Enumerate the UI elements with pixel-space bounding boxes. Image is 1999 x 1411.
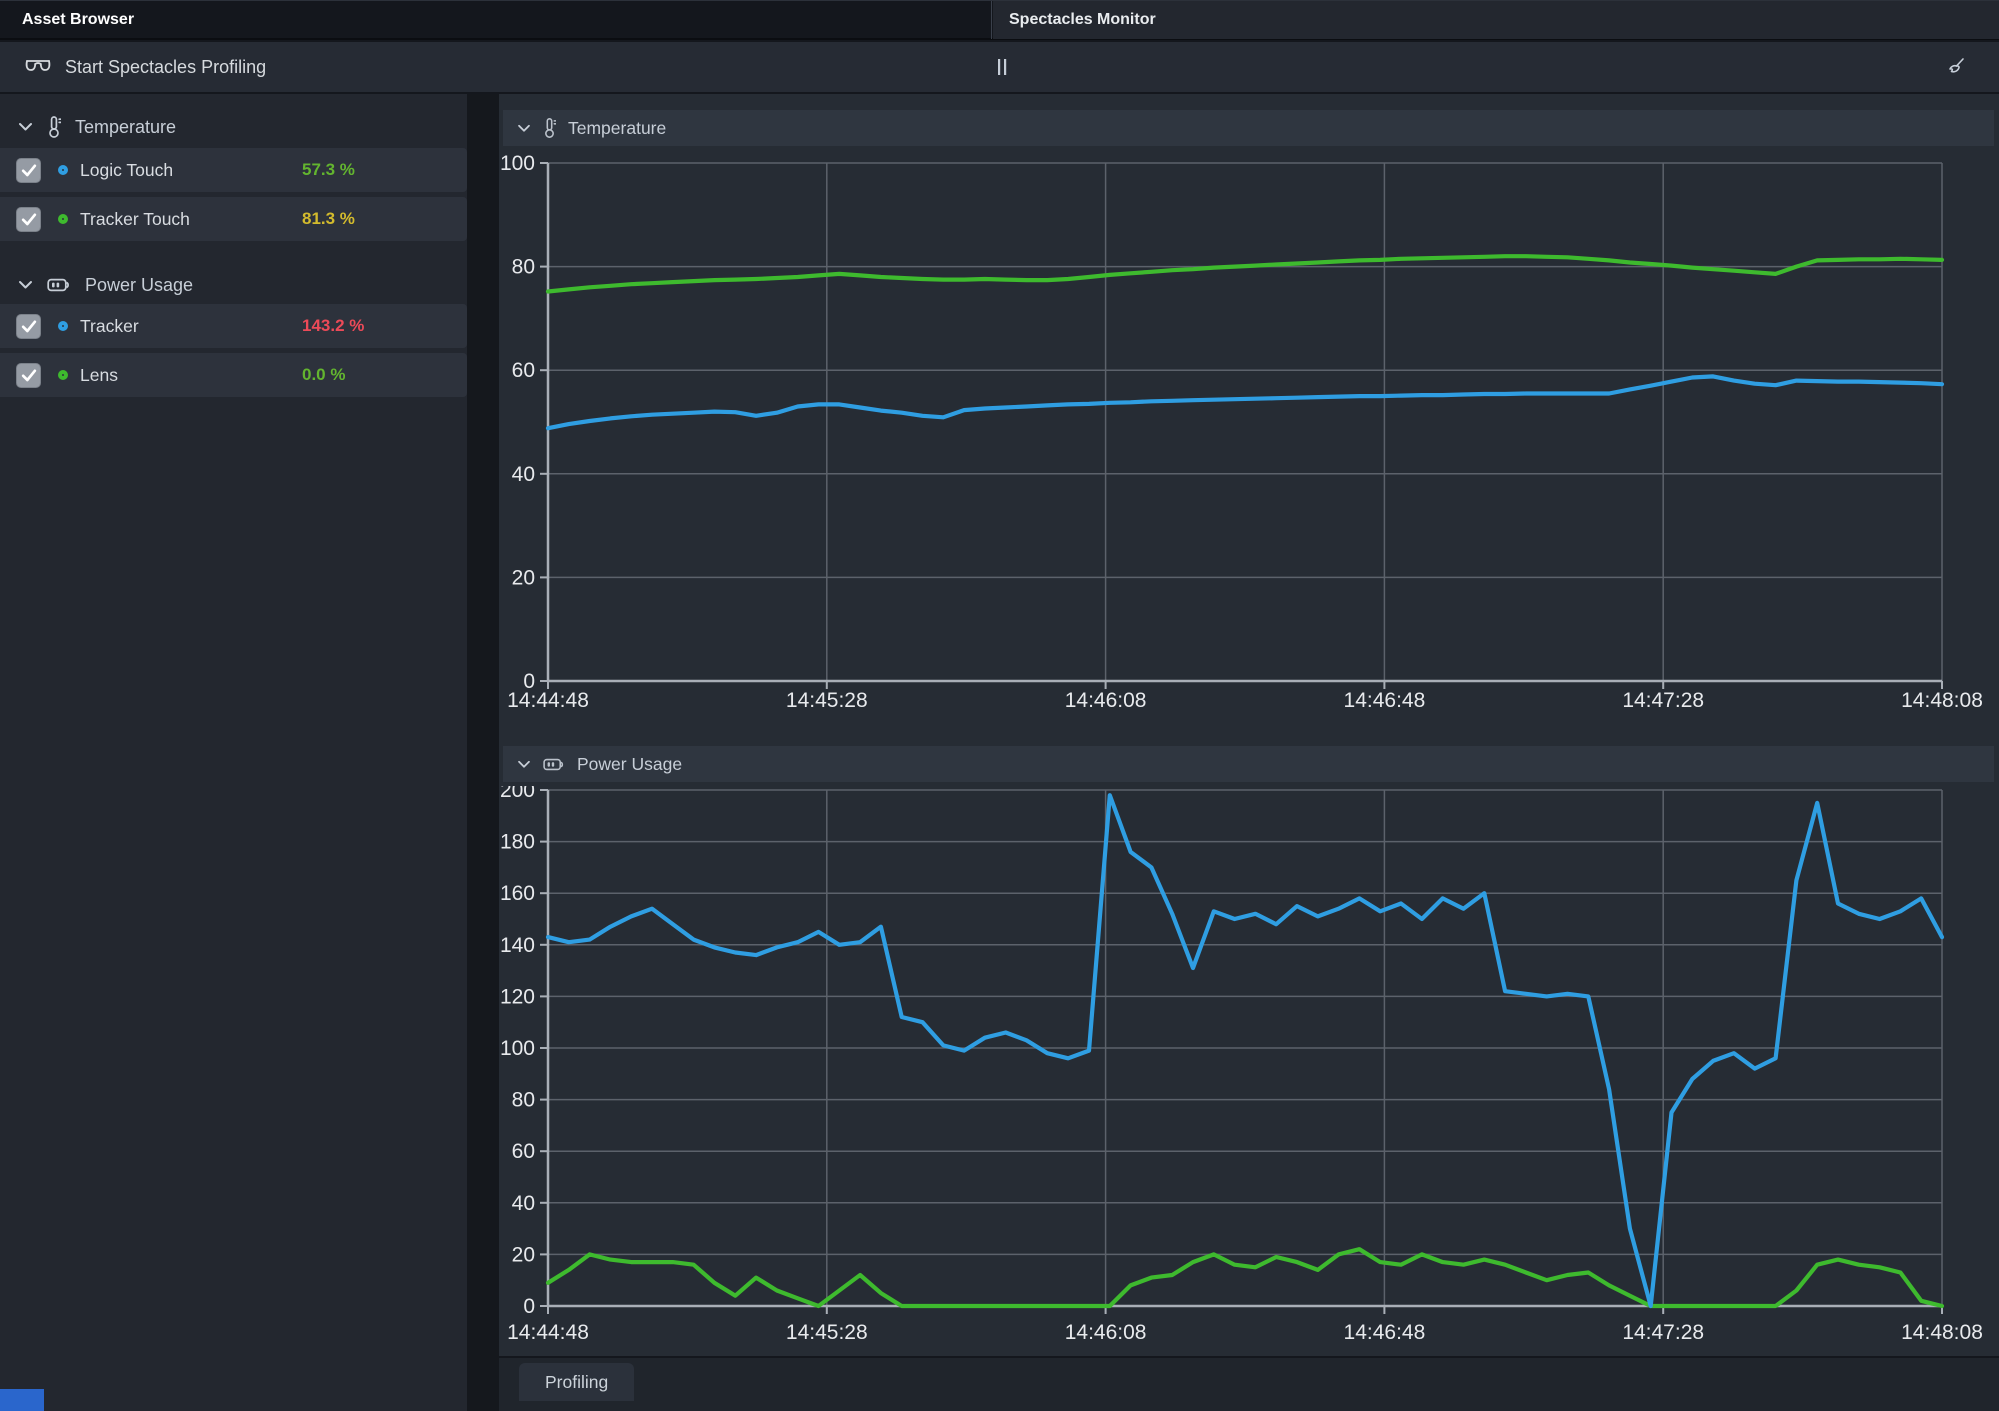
tab-spectacles-monitor-label: Spectacles Monitor: [1009, 11, 1156, 29]
sidebar-row-lens[interactable]: Lens 0.0 %: [0, 353, 467, 397]
logic-touch-value: 57.3 %: [302, 160, 355, 180]
y-tick-label: 80: [512, 256, 535, 279]
y-tick-label: 100: [500, 1037, 535, 1060]
pause-icon: [996, 58, 1008, 76]
logic-touch-label: Logic Touch: [80, 160, 173, 181]
clear-graphs-button[interactable]: [1939, 42, 1973, 92]
chevron-down-icon[interactable]: [517, 124, 531, 133]
metrics-sidebar: Temperature Logic Touch 57.3 % Tracker T…: [0, 94, 467, 1411]
tab-asset-browser[interactable]: Asset Browser: [0, 1, 992, 39]
tracker-touch-label: Tracker Touch: [80, 209, 190, 230]
x-tick-label: 14:48:08: [1901, 1321, 1983, 1344]
y-tick-label: 0: [523, 670, 535, 693]
monitor-charts-panel: Temperature 14:44:4814:45:2814:46:0814:4…: [499, 94, 1999, 1356]
battery-icon: [47, 277, 71, 293]
y-tick-label: 100: [500, 152, 535, 175]
clean-broom-icon: [1945, 56, 1967, 78]
tracker-label: Tracker: [80, 316, 139, 337]
thermometer-icon: [543, 117, 556, 139]
logic-touch-checkbox[interactable]: [16, 158, 41, 183]
x-tick-label: 14:44:48: [507, 1321, 589, 1344]
tab-profiling-label: Profiling: [545, 1372, 608, 1393]
sidebar-row-logic-touch[interactable]: Logic Touch 57.3 %: [0, 148, 467, 192]
sidebar-row-tracker-touch[interactable]: Tracker Touch 81.3 %: [0, 197, 467, 241]
y-tick-label: 60: [512, 359, 535, 382]
panel-splitter[interactable]: [467, 94, 499, 1411]
tracker-checkbox[interactable]: [16, 314, 41, 339]
start-spectacles-profiling-button[interactable]: Start Spectacles Profiling: [24, 42, 266, 92]
lens-series-dot: [58, 370, 68, 380]
power-usage-chart-title: Power Usage: [577, 754, 682, 775]
top-tab-bar: Asset Browser Spectacles Monitor: [0, 0, 1999, 40]
spectacles-icon: [24, 56, 52, 78]
tracker-touch-checkbox[interactable]: [16, 207, 41, 232]
sidebar-section-power-usage-label: Power Usage: [85, 275, 193, 296]
tracker-touch-value: 81.3 %: [302, 209, 355, 229]
tracker-value: 143.2 %: [302, 316, 364, 336]
x-tick-label: 14:46:48: [1344, 689, 1426, 712]
chevron-down-icon[interactable]: [18, 122, 33, 132]
thermometer-icon: [47, 115, 61, 139]
bottom-tab-strip: Profiling: [499, 1356, 1999, 1411]
sidebar-section-temperature-label: Temperature: [75, 117, 176, 138]
y-tick-label: 160: [500, 882, 535, 905]
pause-button[interactable]: [988, 42, 1016, 92]
sidebar-row-tracker[interactable]: Tracker 143.2 %: [0, 304, 467, 348]
y-tick-label: 0: [523, 1295, 535, 1318]
y-tick-label: 40: [512, 1192, 535, 1215]
chevron-down-icon[interactable]: [18, 280, 33, 290]
battery-icon: [543, 757, 565, 772]
y-tick-label: 120: [500, 985, 535, 1008]
temperature-chart-header[interactable]: Temperature: [503, 110, 1994, 146]
tab-spectacles-monitor[interactable]: Spectacles Monitor: [993, 1, 1999, 39]
temperature-chart[interactable]: 14:44:48 14:45:28 14:46:08 14:46:48 14:47:28…: [499, 146, 1999, 726]
lens-value: 0.0 %: [302, 365, 345, 385]
lens-series-line: [548, 1249, 1942, 1306]
sidebar-section-power-usage[interactable]: Power Usage: [0, 266, 467, 304]
tracker-touch-series-line: [548, 256, 1942, 291]
power-usage-chart[interactable]: 14:44:48 14:45:28 14:46:08 14:46:48 14:47:28…: [499, 786, 1999, 1356]
x-tick-label: 14:47:28: [1622, 689, 1704, 712]
y-tick-label: 200: [500, 786, 535, 802]
tab-profiling[interactable]: Profiling: [519, 1363, 634, 1401]
x-tick-label: 14:46:08: [1065, 689, 1147, 712]
start-spectacles-profiling-label: Start Spectacles Profiling: [65, 57, 266, 78]
sidebar-section-temperature[interactable]: Temperature: [0, 108, 467, 146]
lens-checkbox[interactable]: [16, 363, 41, 388]
x-tick-label: 14:45:28: [786, 689, 868, 712]
tracker-series-line: [548, 795, 1942, 1306]
tracker-series-dot: [58, 321, 68, 331]
y-tick-label: 40: [512, 463, 535, 486]
y-tick-label: 60: [512, 1140, 535, 1163]
x-tick-label: 14:46:08: [1065, 1321, 1147, 1344]
temperature-chart-title: Temperature: [568, 118, 666, 139]
tracker-touch-series-dot: [58, 214, 68, 224]
x-tick-label: 14:46:48: [1344, 1321, 1426, 1344]
power-usage-chart-header[interactable]: Power Usage: [503, 746, 1994, 782]
logic-touch-series-line: [548, 376, 1942, 428]
tab-asset-browser-label: Asset Browser: [22, 11, 134, 29]
x-tick-label: 14:45:28: [786, 1321, 868, 1344]
logic-touch-series-dot: [58, 165, 68, 175]
bottom-left-accent: [0, 1389, 44, 1411]
y-tick-label: 140: [500, 934, 535, 957]
y-tick-label: 20: [512, 1243, 535, 1266]
x-tick-label: 14:44:48: [507, 689, 589, 712]
y-tick-label: 180: [500, 831, 535, 854]
x-tick-label: 14:47:28: [1622, 1321, 1704, 1344]
y-tick-label: 20: [512, 566, 535, 589]
x-tick-label: 14:48:08: [1901, 689, 1983, 712]
lens-label: Lens: [80, 365, 118, 386]
chevron-down-icon[interactable]: [517, 760, 531, 769]
y-tick-label: 80: [512, 1089, 535, 1112]
toolbar: Start Spectacles Profiling: [0, 42, 1999, 94]
